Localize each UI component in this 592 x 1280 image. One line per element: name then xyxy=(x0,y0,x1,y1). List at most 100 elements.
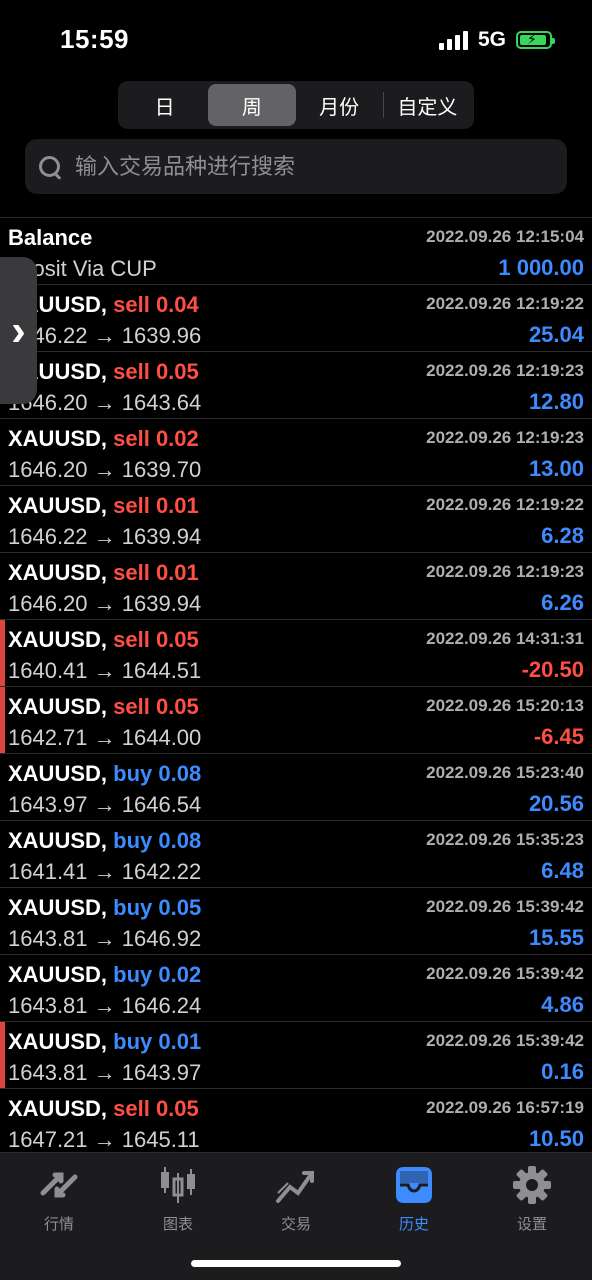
home-indicator xyxy=(191,1260,401,1267)
history-row[interactable]: XAUUSD, sell 0.05 1647.21 → 1645.11 2022.0… xyxy=(0,1089,592,1153)
row-detail: 1647.21 → 1645.11 xyxy=(8,1127,200,1152)
battery-icon: ⚡ xyxy=(516,31,555,49)
history-list[interactable]: Balance eposit Via CUP 2022.09.26 12:15:04… xyxy=(0,217,592,1153)
row-datetime: 2022.09.26 14:31:31 xyxy=(426,629,584,648)
tab-month[interactable]: 月份 xyxy=(296,84,383,126)
row-datetime: 2022.09.26 16:57:19 xyxy=(426,1098,584,1117)
row-amount: 10.50 xyxy=(528,1126,584,1151)
row-amount: -20.50 xyxy=(521,657,584,682)
tab-settings[interactable]: 设置 xyxy=(482,1163,582,1234)
row-amount: 20.56 xyxy=(528,791,584,816)
tab-custom[interactable]: 自定义 xyxy=(384,84,471,126)
history-row[interactable]: XAUUSD, buy 0.08 1641.41 → 1642.22 2022.09… xyxy=(0,821,592,888)
row-detail: 1646.20 → 1639.70 xyxy=(8,457,202,482)
row-datetime: 2022.09.26 12:19:23 xyxy=(426,428,584,447)
tab-history-label: 历史 xyxy=(398,1216,429,1233)
row-action: sell 0.01 xyxy=(113,493,199,518)
row-datetime: 2022.09.26 15:39:42 xyxy=(426,1031,584,1050)
row-action: buy 0.05 xyxy=(113,895,202,920)
network-label: 5G xyxy=(477,28,506,51)
row-symbol: XAUUSD, xyxy=(8,493,108,518)
row-title: XAUUSD, buy 0.05 xyxy=(8,895,201,921)
row-amount: 4.86 xyxy=(541,992,584,1017)
row-title: XAUUSD, buy 0.08 xyxy=(8,761,201,787)
row-symbol: XAUUSD, xyxy=(8,560,108,585)
row-amount: 12.80 xyxy=(528,389,584,414)
row-symbol: XAUUSD, xyxy=(8,1096,108,1121)
row-amount: 13.00 xyxy=(528,456,584,481)
row-datetime: 2022.09.26 15:20:13 xyxy=(426,696,584,715)
tab-chart[interactable]: 图表 xyxy=(128,1163,228,1234)
row-title: XAUUSD, buy 0.08 xyxy=(8,828,201,854)
row-action: sell 0.02 xyxy=(113,426,199,451)
row-datetime: 2022.09.26 15:39:42 xyxy=(426,897,584,916)
status-bar: 15:59 5G ⚡ xyxy=(0,0,592,80)
row-action: sell 0.05 xyxy=(113,1096,199,1121)
row-action: sell 0.05 xyxy=(113,627,199,652)
row-title: XAUUSD, buy 0.02 xyxy=(8,962,201,988)
row-detail: 1640.41 → 1644.51 xyxy=(8,658,202,683)
tab-chart-label: 图表 xyxy=(162,1216,193,1233)
history-row[interactable]: XAUUSD, buy 0.02 1643.81 → 1646.24 2022.09… xyxy=(0,955,592,1022)
row-title: XAUUSD, sell 0.05 xyxy=(8,694,199,720)
row-title: XAUUSD, sell 0.01 xyxy=(8,560,199,586)
row-action: sell 0.04 xyxy=(113,292,199,317)
row-detail: 1643.81 → 1646.24 xyxy=(8,993,202,1018)
signal-icon xyxy=(438,30,468,50)
row-title: XAUUSD, buy 0.01 xyxy=(8,1029,201,1055)
row-datetime: 2022.09.26 15:39:42 xyxy=(426,964,584,983)
row-title: Balance xyxy=(8,225,92,251)
chevron-right-icon: › xyxy=(11,305,26,355)
row-amount: 6.26 xyxy=(541,590,584,615)
row-symbol: XAUUSD, xyxy=(8,627,108,652)
row-amount: 1 000.00 xyxy=(498,255,584,280)
row-datetime: 2022.09.26 12:19:22 xyxy=(426,294,584,313)
search-input[interactable] xyxy=(73,152,517,181)
row-action: sell 0.05 xyxy=(113,694,199,719)
row-title: XAUUSD, sell 0.05 xyxy=(8,1096,199,1122)
row-amount: 0.16 xyxy=(541,1059,584,1084)
history-row[interactable]: XAUUSD, sell 0.05 1640.41 → 1644.51 2022.0… xyxy=(0,620,592,687)
history-row[interactable]: XAUUSD, buy 0.05 1643.81 → 1646.92 2022.09… xyxy=(0,888,592,955)
tab-week[interactable]: 周 xyxy=(208,84,296,126)
row-detail: 1643.81 → 1643.97 xyxy=(8,1060,202,1085)
row-datetime: 2022.09.26 12:15:04 xyxy=(426,227,584,246)
history-row[interactable]: XAUUSD, sell 0.01 1646.20 → 1639.94 2022.0… xyxy=(0,553,592,620)
row-detail: 1646.22 → 1639.94 xyxy=(8,524,202,549)
row-title: XAUUSD, sell 0.02 xyxy=(8,426,199,452)
history-row[interactable]: Balance eposit Via CUP 2022.09.26 12:15:04… xyxy=(0,218,592,285)
tab-trade[interactable]: 交易 xyxy=(246,1163,346,1234)
row-symbol: Balance xyxy=(8,225,93,250)
history-row[interactable]: XAUUSD, buy 0.01 1643.81 → 1643.97 2022.09… xyxy=(0,1022,592,1089)
row-action: buy 0.08 xyxy=(113,828,202,853)
history-row[interactable]: XAUUSD, sell 0.05 1642.71 → 1644.00 2022.0… xyxy=(0,687,592,754)
row-symbol: XAUUSD, xyxy=(8,828,108,853)
history-row[interactable]: XAUUSD, sell 0.04 1646.22 → 1639.96 2022.0… xyxy=(0,285,592,352)
row-detail: 1643.81 → 1646.92 xyxy=(8,926,202,951)
row-detail: 1646.20 → 1639.94 xyxy=(8,591,202,616)
row-action: buy 0.02 xyxy=(113,962,202,987)
search-bar[interactable] xyxy=(25,139,567,194)
history-row[interactable]: XAUUSD, sell 0.05 1646.20 → 1643.64 2022.0… xyxy=(0,352,592,419)
chart-icon xyxy=(128,1163,228,1207)
status-indicators: 5G ⚡ xyxy=(438,28,555,52)
row-action: buy 0.08 xyxy=(113,761,202,786)
tab-quotes-label: 行情 xyxy=(43,1216,74,1233)
row-action: sell 0.01 xyxy=(113,560,199,585)
row-detail: 1646.20 → 1643.64 xyxy=(8,390,202,415)
tab-day[interactable]: 日 xyxy=(121,84,208,126)
row-title: XAUUSD, sell 0.01 xyxy=(8,493,199,519)
row-symbol: XAUUSD, xyxy=(8,426,108,451)
tab-quotes[interactable]: 行情 xyxy=(9,1163,109,1234)
history-row[interactable]: XAUUSD, sell 0.02 1646.20 → 1639.70 2022.0… xyxy=(0,419,592,486)
history-row[interactable]: XAUUSD, buy 0.08 1643.97 → 1646.54 2022.09… xyxy=(0,754,592,821)
row-detail: 1643.97 → 1646.54 xyxy=(8,792,202,817)
tab-history[interactable]: 历史 xyxy=(364,1163,464,1234)
row-amount: 6.28 xyxy=(541,523,584,548)
row-action: sell 0.05 xyxy=(113,359,199,384)
row-symbol: XAUUSD, xyxy=(8,1029,108,1054)
status-time: 15:59 xyxy=(60,24,129,54)
history-row[interactable]: XAUUSD, sell 0.01 1646.22 → 1639.94 2022.0… xyxy=(0,486,592,553)
row-detail: 1642.71 → 1644.00 xyxy=(8,725,202,750)
side-drawer-handle[interactable]: › xyxy=(0,257,37,404)
